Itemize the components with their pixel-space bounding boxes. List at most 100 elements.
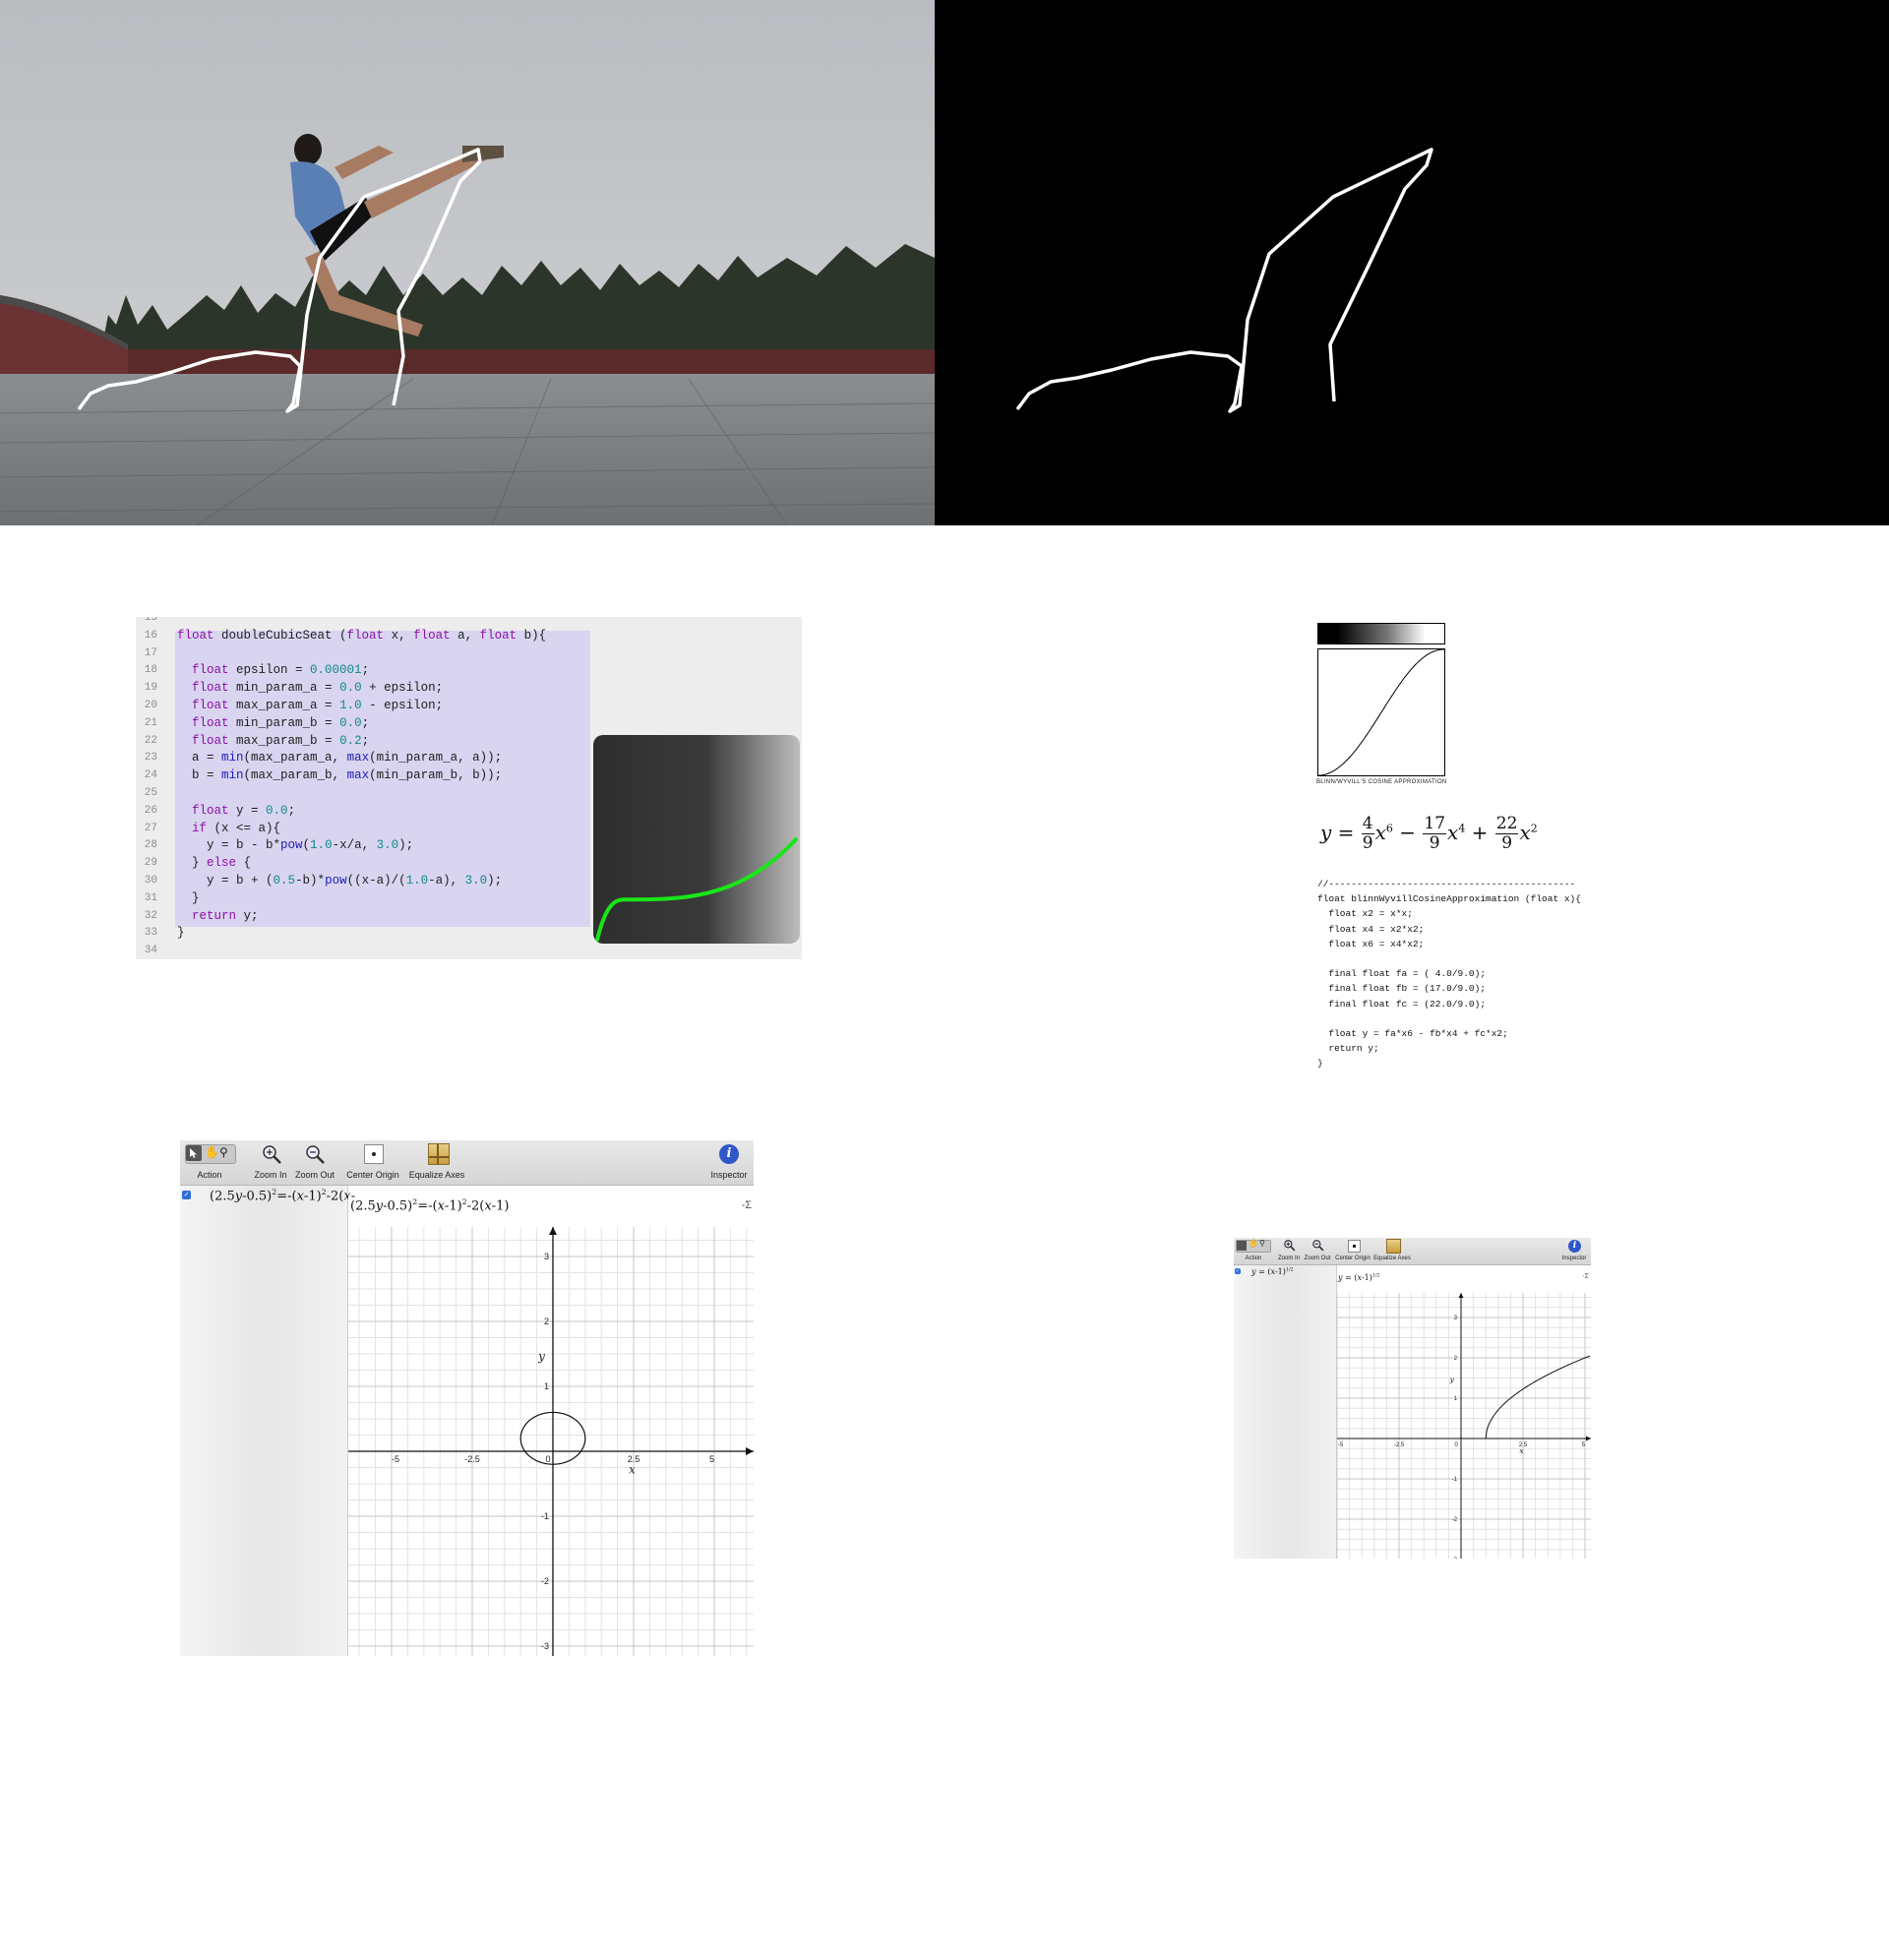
x-tick-label: -5 — [392, 1454, 399, 1464]
formula: y = 4 9 x6 − 17 9 x4 + 22 9 x2 — [1320, 814, 1538, 853]
code-line: 23 a = min(max_param_a, max(min_param_a,… — [136, 750, 588, 767]
inspector-button[interactable]: i Inspector — [706, 1143, 752, 1183]
gradient-bar — [1317, 623, 1445, 644]
line-number: 27 — [144, 822, 157, 834]
code-text: a = min(max_param_a, max(min_param_a, a)… — [177, 751, 503, 766]
line-number: 26 — [144, 804, 157, 817]
sigma-button[interactable]: -Σ — [1582, 1273, 1589, 1280]
zoom-in-button[interactable]: Zoom In — [1275, 1239, 1303, 1263]
center-origin-button[interactable]: Center Origin — [1334, 1239, 1371, 1263]
y-tick-label: 3 — [1454, 1316, 1458, 1321]
x-axis-label: x — [629, 1463, 636, 1477]
magnifier-icon: ⚲ — [1259, 1239, 1265, 1248]
code-text: float epsilon = 0.00001; — [192, 663, 370, 678]
code-line: final float fc = (22.0/9.0); — [1317, 998, 1487, 1010]
hand-icon: ✋ — [1249, 1239, 1258, 1248]
x-tick-label: -2.5 — [464, 1454, 480, 1464]
action-button[interactable]: ✋ ⚲ Action — [182, 1143, 237, 1183]
y-tick-label: 2 — [1454, 1356, 1458, 1362]
center-origin-button[interactable]: Center Origin — [343, 1143, 402, 1183]
x-tick-label: -2.5 — [1394, 1442, 1405, 1448]
photo-with-stroke-overlay — [0, 0, 935, 525]
code-line: float x2 = x*x; — [1317, 908, 1413, 920]
magnifier-icon: ⚲ — [219, 1145, 228, 1159]
grapher-window-large: ✋ ⚲ Action Zoom In Zoom Out Center Origi… — [180, 1140, 754, 1656]
y-axis-label: y — [537, 1350, 545, 1364]
code-line: 27 if (x <= a){ — [136, 821, 588, 838]
code-line: 17 — [136, 645, 588, 663]
code-line: 16 float doubleCubicSeat (float x, float … — [136, 628, 588, 645]
code-line: float blinnWyvillCosineApproximation (fl… — [1317, 893, 1581, 905]
x-tick-label: 0 — [545, 1454, 550, 1464]
line-number: 22 — [144, 734, 157, 747]
equation-checkbox[interactable]: ✓ — [1235, 1268, 1241, 1274]
equalize-axes-button[interactable]: Equalize Axes — [1371, 1239, 1413, 1263]
code-line: 30 y = b + (0.5-b)*pow((x-a)/(1.0-a), 3.… — [136, 873, 588, 890]
zoom-in-label: Zoom In — [1277, 1256, 1300, 1261]
sigma-button[interactable]: -Σ — [742, 1199, 752, 1211]
graph-canvas[interactable]: -5-2.502.55321-1-2-3xy — [1337, 1293, 1591, 1559]
code-text: float max_param_b = 0.2; — [192, 733, 370, 748]
y-tick-label: -3 — [541, 1641, 549, 1651]
equalize-axes-label: Equalize Axes — [1373, 1256, 1411, 1261]
sidebar-equation[interactable]: y = (x-1)1/2 — [1251, 1267, 1294, 1276]
x-tick-label: 5 — [709, 1454, 714, 1464]
zoom-out-button[interactable]: Zoom Out — [1303, 1239, 1332, 1263]
zoom-out-icon — [1312, 1240, 1324, 1252]
action-label: Action — [1245, 1256, 1262, 1261]
equation-sidebar: ✓ (2.5y-0.5)2=-(x-1)2-2(x- — [180, 1186, 355, 1656]
line-number: 30 — [144, 875, 157, 887]
code-line: 19 float min_param_a = 0.0 + epsilon; — [136, 680, 588, 698]
equalize-axes-icon — [1386, 1239, 1401, 1254]
code-line: 25 — [136, 785, 588, 803]
y-tick-label: 2 — [544, 1317, 549, 1326]
blinn-wyvill-panel: BLINN/WYVILL'S COSINE APPROXIMATION y = … — [1316, 620, 1612, 1072]
line-number: 21 — [144, 716, 157, 729]
zoom-out-label: Zoom Out — [1304, 1256, 1331, 1261]
grapher-window-small: ✋ ⚲ Action Zoom In Zoom Out Center Origi… — [1234, 1238, 1591, 1559]
info-icon: i — [1568, 1240, 1581, 1253]
zoom-in-button[interactable]: Zoom In — [251, 1143, 290, 1183]
equation-checkbox[interactable]: ✓ — [182, 1191, 191, 1199]
canvas-equation: (2.5y-0.5)2=-(x-1)2-2(x-1) — [348, 1197, 512, 1214]
center-origin-icon — [1348, 1240, 1361, 1253]
zoom-out-label: Zoom Out — [294, 1170, 335, 1180]
y-tick-label: -2 — [541, 1576, 549, 1586]
code-line: 34 — [136, 943, 588, 959]
graph-canvas[interactable]: -5-2.502.55321-1-2-3xy — [348, 1227, 754, 1656]
y-tick-label: -2 — [1452, 1517, 1458, 1523]
code-editor: 15 16 float doubleCubicSeat (float x, floa… — [136, 617, 802, 959]
code-text: float max_param_a = 1.0 - epsilon; — [192, 699, 444, 712]
arrow-cursor-icon — [1237, 1241, 1247, 1251]
y-axis-arrow — [1458, 1293, 1464, 1298]
x-axis-label: x — [1519, 1446, 1524, 1455]
equalize-axes-button[interactable]: Equalize Axes — [404, 1143, 469, 1183]
code-text: return y; — [192, 908, 259, 923]
equation-sidebar: ✓ y = (x-1)1/2 — [1234, 1265, 1337, 1559]
line-number: 15 — [144, 617, 157, 624]
code-line: return y; — [1317, 1043, 1379, 1055]
plot-caption: BLINN/WYVILL'S COSINE APPROXIMATION — [1316, 779, 1447, 785]
x-axis-arrow — [746, 1447, 754, 1455]
code-line: 24 b = min(max_param_b, max(min_param_b,… — [136, 767, 588, 785]
hand-icon: ✋ — [205, 1145, 219, 1159]
line-number: 25 — [144, 787, 157, 799]
code-text: } — [177, 926, 185, 941]
inspector-label: Inspector — [1561, 1256, 1587, 1261]
y-axis-arrow — [549, 1227, 557, 1235]
code-line: 29 } else { — [136, 855, 588, 873]
x-tick-label: -5 — [1338, 1442, 1344, 1448]
sidebar-equation[interactable]: (2.5y-0.5)2=-(x-1)2-2(x- — [210, 1188, 355, 1203]
inspector-button[interactable]: i Inspector — [1559, 1239, 1589, 1263]
zoom-out-button[interactable]: Zoom Out — [292, 1143, 337, 1183]
center-origin-icon — [364, 1144, 384, 1164]
code-line: 15 — [136, 617, 588, 628]
code-text: } — [177, 890, 200, 905]
blinn-code: //--------------------------------------… — [1317, 877, 1581, 1071]
line-number: 19 — [144, 682, 157, 695]
code-line: 22 float max_param_b = 0.2; — [136, 733, 588, 751]
y-tick-label: -1 — [1452, 1477, 1458, 1483]
action-button[interactable]: ✋ ⚲ Action — [1235, 1239, 1272, 1263]
code-line: float x4 = x2*x2; — [1317, 923, 1425, 935]
